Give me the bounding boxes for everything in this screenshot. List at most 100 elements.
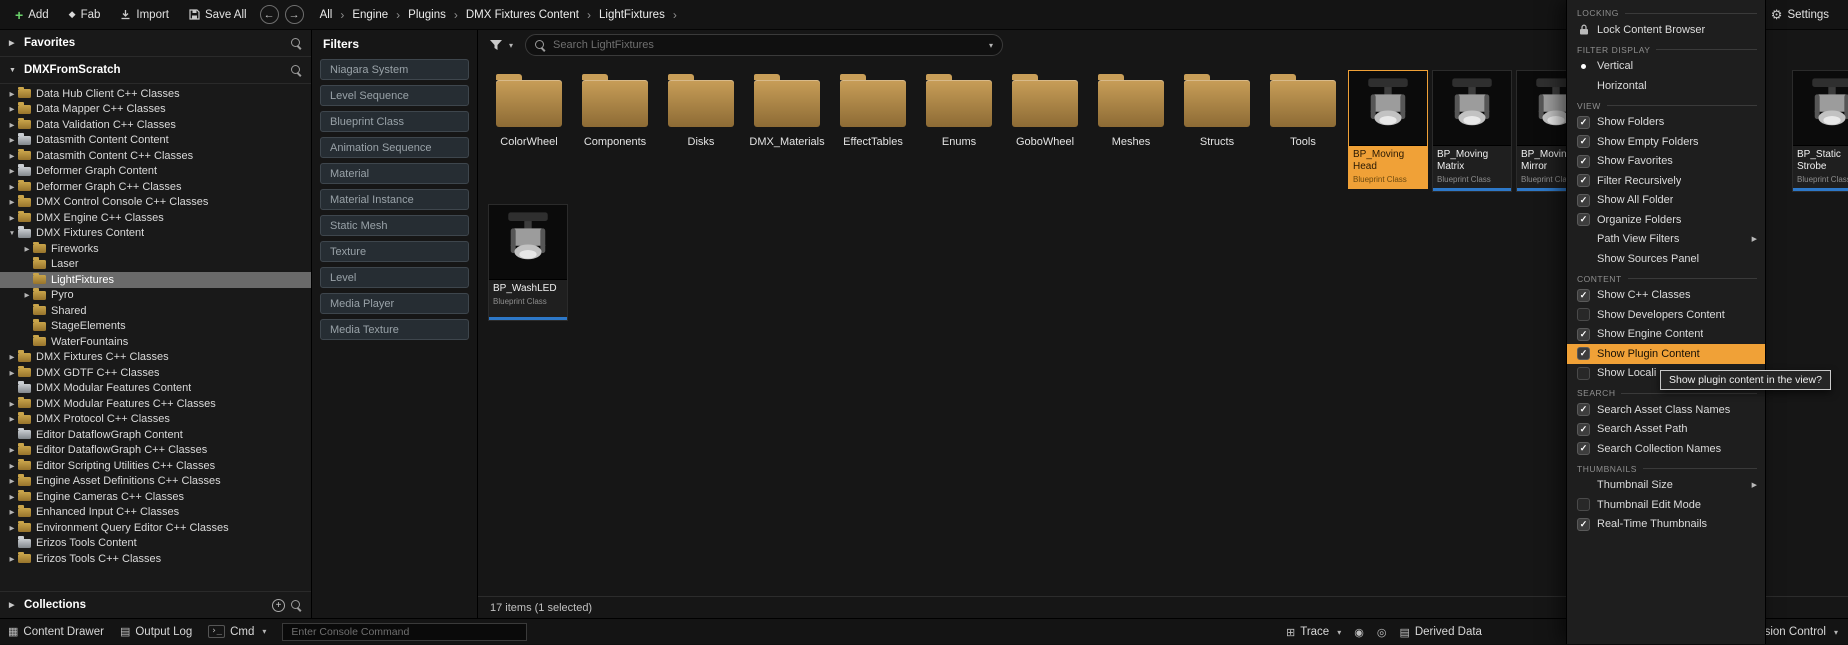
menu-item-search-collection-names[interactable]: ✓Search Collection Names xyxy=(1567,439,1765,459)
tree-item-dmx-engine-c-classes[interactable]: ▶DMX Engine C++ Classes xyxy=(0,210,311,226)
chevron-right-icon[interactable]: ▶ xyxy=(6,214,18,222)
menu-item-show-developers-content[interactable]: Show Developers Content xyxy=(1567,305,1765,325)
chevron-right-icon[interactable]: ▶ xyxy=(6,90,18,98)
menu-item-search-asset-path[interactable]: ✓Search Asset Path xyxy=(1567,420,1765,440)
import-button[interactable]: Import xyxy=(111,3,178,27)
breadcrumb-item-plugins[interactable]: Plugins xyxy=(408,9,446,21)
tree-item-environment-query-editor-c-classes[interactable]: ▶Environment Query Editor C++ Classes xyxy=(0,520,311,536)
tree-item-dmx-modular-features-content[interactable]: DMX Modular Features Content xyxy=(0,381,311,397)
tree-item-erizos-tools-c-classes[interactable]: ▶Erizos Tools C++ Classes xyxy=(0,551,311,567)
tree-item-data-hub-client-c-classes[interactable]: ▶Data Hub Client C++ Classes xyxy=(0,86,311,102)
tree-item-dmx-gdtf-c-classes[interactable]: ▶DMX GDTF C++ Classes xyxy=(0,365,311,381)
revision-control-button[interactable]: sion Control ▾ xyxy=(1765,619,1838,645)
tree-item-editor-dataflowgraph-c-classes[interactable]: ▶Editor DataflowGraph C++ Classes xyxy=(0,443,311,459)
tree-item-erizos-tools-content[interactable]: Erizos Tools Content xyxy=(0,536,311,552)
add-collection-icon[interactable]: + xyxy=(272,599,285,612)
tree-item-data-mapper-c-classes[interactable]: ▶Data Mapper C++ Classes xyxy=(0,102,311,118)
filter-chip-static-mesh[interactable]: Static Mesh xyxy=(320,215,469,236)
asset-tile-bp-static-strobe[interactable]: BP_Static StrobeBlueprint Class xyxy=(1792,70,1848,192)
chevron-right-icon[interactable]: ▶ xyxy=(6,105,18,113)
folder-tile-components[interactable]: Components xyxy=(572,66,658,154)
tree-item-dmx-control-console-c-classes[interactable]: ▶DMX Control Console C++ Classes xyxy=(0,195,311,211)
chevron-right-icon[interactable]: ▶ xyxy=(6,121,18,129)
insights-icon[interactable]: ◉ xyxy=(1354,626,1364,639)
chevron-right-icon[interactable]: ▶ xyxy=(9,601,18,609)
tree-item-dmx-fixtures-c-classes[interactable]: ▶DMX Fixtures C++ Classes xyxy=(0,350,311,366)
tree-item-lightfixtures[interactable]: LightFixtures xyxy=(0,272,311,288)
chevron-right-icon[interactable]: ▶ xyxy=(9,39,18,47)
menu-item-show-empty-folders[interactable]: ✓Show Empty Folders xyxy=(1567,132,1765,152)
menu-item-thumbnail-edit-mode[interactable]: Thumbnail Edit Mode xyxy=(1567,495,1765,515)
folder-tile-dmx-materials[interactable]: DMX_​Materials xyxy=(744,66,830,154)
add-button[interactable]: + Add xyxy=(6,3,58,27)
chevron-right-icon[interactable]: ▶ xyxy=(6,446,18,454)
chevron-down-icon[interactable]: ▾ xyxy=(989,41,993,50)
folder-tile-disks[interactable]: Disks xyxy=(658,66,744,154)
tree-item-enhanced-input-c-classes[interactable]: ▶Enhanced Input C++ Classes xyxy=(0,505,311,521)
chevron-right-icon[interactable]: ▶ xyxy=(6,400,18,408)
breadcrumb-item-engine[interactable]: Engine xyxy=(352,9,388,21)
tree-item-shared[interactable]: Shared xyxy=(0,303,311,319)
chevron-right-icon[interactable]: ▶ xyxy=(6,198,18,206)
folder-tile-meshes[interactable]: Meshes xyxy=(1088,66,1174,154)
folder-tile-structs[interactable]: Structs xyxy=(1174,66,1260,154)
tree-item-waterfountains[interactable]: WaterFountains xyxy=(0,334,311,350)
folder-tile-effecttables[interactable]: EffectTables xyxy=(830,66,916,154)
chevron-right-icon[interactable]: ▶ xyxy=(6,415,18,423)
tree-item-engine-asset-definitions-c-classes[interactable]: ▶Engine Asset Definitions C++ Classes xyxy=(0,474,311,490)
menu-item-organize-folders[interactable]: ✓Organize Folders xyxy=(1567,210,1765,230)
chevron-right-icon[interactable]: ▶ xyxy=(6,183,18,191)
chevron-right-icon[interactable]: ▶ xyxy=(6,353,18,361)
chevron-right-icon[interactable]: ▶ xyxy=(6,493,18,501)
root-folder-header[interactable]: ▼ DMXFromScratch xyxy=(0,57,311,84)
output-log-button[interactable]: ▤ Output Log xyxy=(120,625,192,638)
search-box[interactable]: ▾ xyxy=(525,34,1003,56)
tree-item-dmx-protocol-c-classes[interactable]: ▶DMX Protocol C++ Classes xyxy=(0,412,311,428)
tree-item-engine-cameras-c-classes[interactable]: ▶Engine Cameras C++ Classes xyxy=(0,489,311,505)
menu-item-show-favorites[interactable]: ✓Show Favorites xyxy=(1567,152,1765,172)
filter-chip-animation-sequence[interactable]: Animation Sequence xyxy=(320,137,469,158)
menu-item-horizontal[interactable]: Horizontal xyxy=(1567,76,1765,96)
folder-tile-enums[interactable]: Enums xyxy=(916,66,1002,154)
menu-item-show-sources-panel[interactable]: Show Sources Panel xyxy=(1567,249,1765,269)
chevron-right-icon[interactable]: ▶ xyxy=(6,524,18,532)
asset-tile-bp-washled[interactable]: BP_WashLEDBlueprint Class xyxy=(488,204,568,321)
folder-tile-colorwheel[interactable]: ColorWheel xyxy=(486,66,572,154)
chevron-right-icon[interactable]: ▶ xyxy=(21,291,33,299)
breadcrumb-item-lightfixtures[interactable]: LightFixtures xyxy=(599,9,665,21)
tree-item-datasmith-content-content[interactable]: ▶Datasmith Content Content xyxy=(0,133,311,149)
tree-item-deformer-graph-content[interactable]: ▶Deformer Graph Content xyxy=(0,164,311,180)
tree-item-dmx-fixtures-content[interactable]: ▼DMX Fixtures Content xyxy=(0,226,311,242)
snapshot-icon[interactable]: ◎ xyxy=(1377,626,1387,639)
filter-chip-texture[interactable]: Texture xyxy=(320,241,469,262)
content-drawer-button[interactable]: ▦ Content Drawer xyxy=(8,625,104,638)
filter-chip-level[interactable]: Level xyxy=(320,267,469,288)
menu-item-path-view-filters[interactable]: Path View Filters▶ xyxy=(1567,230,1765,250)
search-icon[interactable] xyxy=(291,38,302,49)
menu-item-thumbnail-size[interactable]: Thumbnail Size▶ xyxy=(1567,476,1765,496)
fab-button[interactable]: ◆ Fab xyxy=(60,3,110,27)
chevron-right-icon[interactable]: ▶ xyxy=(6,508,18,516)
chevron-right-icon[interactable]: ▶ xyxy=(6,462,18,470)
chevron-right-icon[interactable]: ▶ xyxy=(6,152,18,160)
filter-chip-media-player[interactable]: Media Player xyxy=(320,293,469,314)
console-input[interactable] xyxy=(282,623,527,641)
cmd-dropdown[interactable]: ›_ Cmd ▾ xyxy=(208,625,266,639)
menu-item-vertical[interactable]: Vertical xyxy=(1567,57,1765,77)
filter-dropdown-button[interactable]: ▾ xyxy=(486,39,516,51)
asset-tile-bp-moving-matrix[interactable]: BP_Moving MatrixBlueprint Class xyxy=(1432,70,1512,192)
search-icon[interactable] xyxy=(291,600,302,611)
tree-item-data-validation-c-classes[interactable]: ▶Data Validation C++ Classes xyxy=(0,117,311,133)
folder-tile-tools[interactable]: Tools xyxy=(1260,66,1346,154)
tree-item-dmx-modular-features-c-classes[interactable]: ▶DMX Modular Features C++ Classes xyxy=(0,396,311,412)
breadcrumb-item-all[interactable]: All xyxy=(320,9,333,21)
search-icon[interactable] xyxy=(291,65,302,76)
menu-item-show-folders[interactable]: ✓Show Folders xyxy=(1567,113,1765,133)
filter-chip-media-texture[interactable]: Media Texture xyxy=(320,319,469,340)
chevron-right-icon[interactable]: ▶ xyxy=(6,167,18,175)
chevron-right-icon[interactable]: ▶ xyxy=(6,369,18,377)
tree-item-pyro[interactable]: ▶Pyro xyxy=(0,288,311,304)
filter-chip-niagara-system[interactable]: Niagara System xyxy=(320,59,469,80)
save-all-button[interactable]: Save All xyxy=(180,3,256,27)
tree-item-laser[interactable]: Laser xyxy=(0,257,311,273)
